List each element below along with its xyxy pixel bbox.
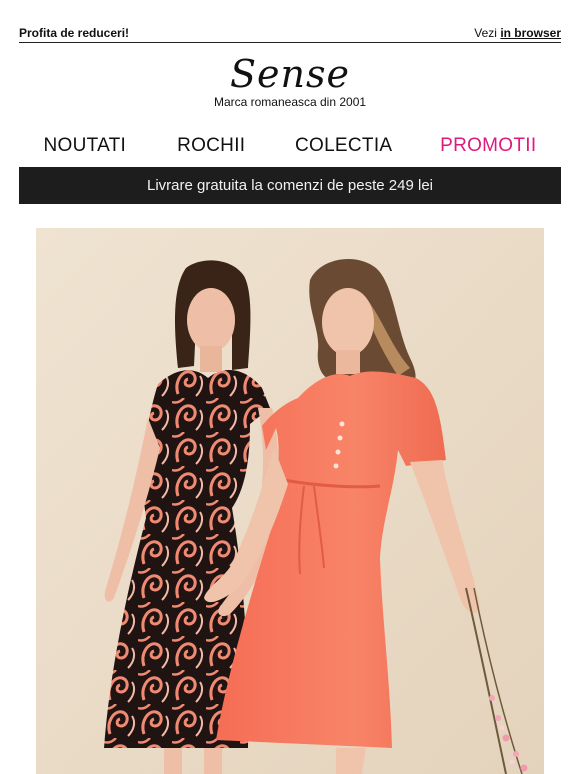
view-prefix: Vezi (474, 26, 497, 40)
nav-item-colectia[interactable]: COLECTIA (272, 133, 416, 159)
shipping-banner[interactable]: Livrare gratuita la comenzi de peste 249… (19, 167, 561, 204)
preheader-promo-text: Profita de reduceri! (19, 26, 130, 40)
nav-item-rochii[interactable]: ROCHII (151, 133, 272, 159)
brand-tagline: Marca romaneasca din 2001 (213, 95, 367, 109)
view-in-browser: Vezi in browser (474, 26, 561, 40)
hero-image[interactable] (36, 228, 544, 774)
divider (19, 42, 561, 43)
brand-logo[interactable]: Sense (0, 54, 580, 94)
nav-item-promotii[interactable]: PROMOTII (416, 133, 561, 159)
view-in-browser-link[interactable]: in browser (500, 26, 561, 40)
nav-item-noutati[interactable]: NOUTATI (19, 133, 151, 159)
preheader: Profita de reduceri! Vezi in browser (19, 24, 561, 42)
main-nav: NOUTATI ROCHII COLECTIA PROMOTII (19, 133, 561, 159)
